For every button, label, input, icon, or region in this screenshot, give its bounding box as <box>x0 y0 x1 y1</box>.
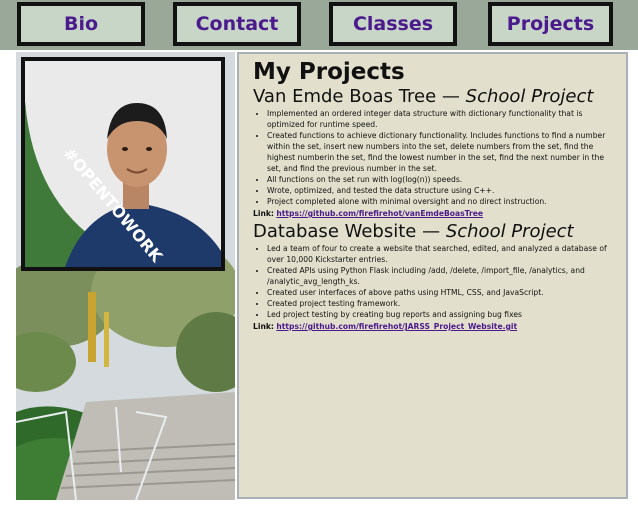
top-nav-bar: Bio Contact Classes Projects <box>0 0 638 50</box>
page-title: My Projects <box>253 59 405 85</box>
project-name: Database Website <box>253 221 417 242</box>
project-title: Van Emde Boas Tree — School Project <box>253 86 616 107</box>
bullet-item: Project completed alone with minimal ove… <box>267 196 616 207</box>
bullet-item: Wrote, optimized, and tested the data st… <box>267 185 616 196</box>
bullet-item: Led a team of four to create a website t… <box>267 243 616 265</box>
project-subtitle: School Project <box>465 86 594 107</box>
bullet-item: Created functions to achieve dictionary … <box>267 130 616 174</box>
bullet-item: Implemented an ordered integer data stru… <box>267 108 616 130</box>
project-database-website: Database Website — School Project Led a … <box>253 221 616 332</box>
project-subtitle: School Project <box>445 221 574 242</box>
tab-bio[interactable]: Bio <box>17 2 145 46</box>
project-van-emde-boas: Van Emde Boas Tree — School Project Impl… <box>253 86 616 219</box>
bullet-item: Created project testing framework. <box>267 298 616 309</box>
project-link-row: Link: https://github.com/firefirehot/van… <box>253 208 616 219</box>
tab-projects[interactable]: Projects <box>488 2 613 46</box>
title-dash: — <box>436 86 466 107</box>
project-bullets: Implemented an ordered integer data stru… <box>253 108 616 207</box>
github-link[interactable]: https://github.com/firefirehot/vanEmdeBo… <box>276 209 483 218</box>
github-link[interactable]: https://github.com/firefirehot/JARSS_Pro… <box>276 322 517 331</box>
link-label: Link: <box>253 322 274 331</box>
bullet-item: Created APIs using Python Flask includin… <box>267 265 616 287</box>
project-name: Van Emde Boas Tree <box>253 86 437 107</box>
project-bullets: Led a team of four to create a website t… <box>253 243 616 320</box>
bullet-item: Created user interfaces of above paths u… <box>267 287 616 298</box>
link-label: Link: <box>253 209 274 218</box>
project-title: Database Website — School Project <box>253 221 616 242</box>
title-dash: — <box>416 221 446 242</box>
profile-portrait: #OPENTOWORK <box>25 61 221 267</box>
bullet-item: All functions on the set run with log(lo… <box>267 174 616 185</box>
project-link-row: Link: https://github.com/firefirehot/JAR… <box>253 321 616 332</box>
tab-contact[interactable]: Contact <box>173 2 301 46</box>
tab-classes[interactable]: Classes <box>329 2 457 46</box>
profile-photo: #OPENTOWORK <box>21 57 225 271</box>
projects-panel: My Projects Van Emde Boas Tree — School … <box>237 52 628 499</box>
bullet-item: Led project testing by creating bug repo… <box>267 309 616 320</box>
